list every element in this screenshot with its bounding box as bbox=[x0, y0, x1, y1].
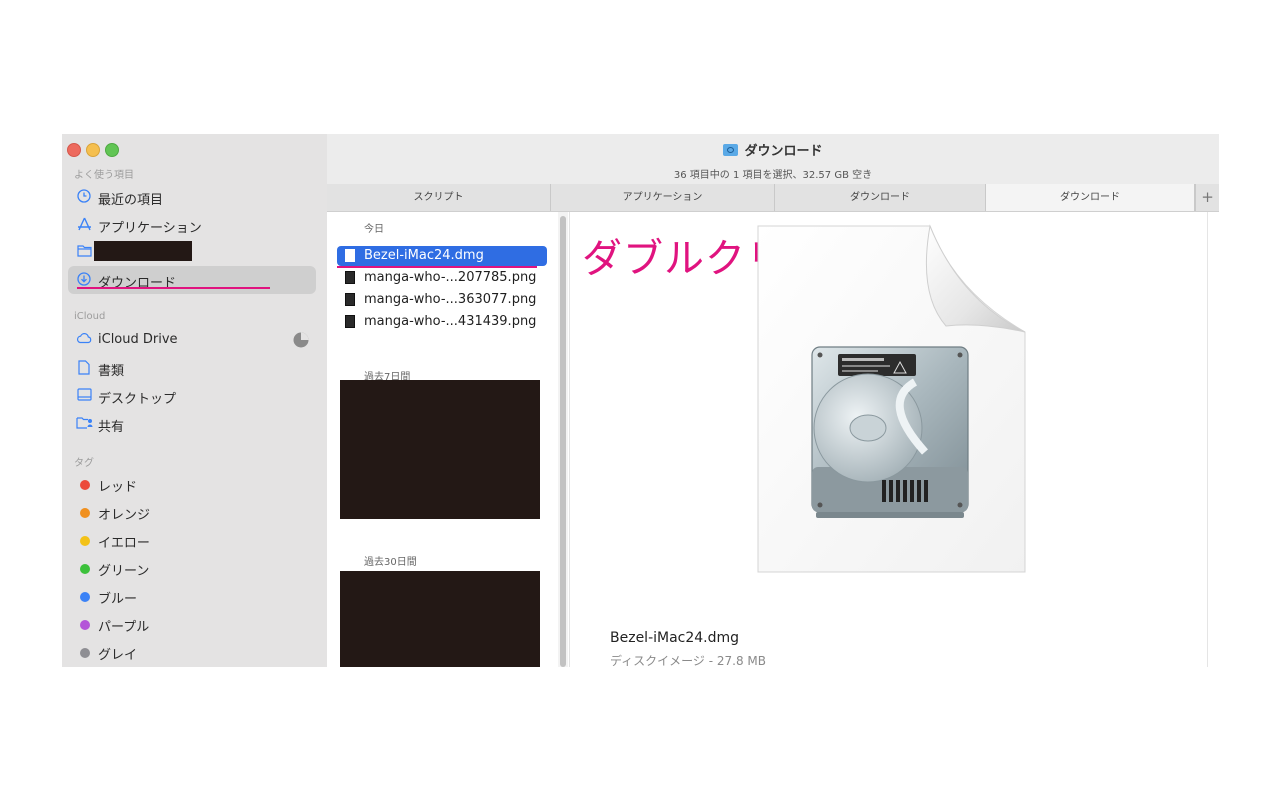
orange-tag-dot bbox=[80, 508, 90, 518]
file-row[interactable]: manga-who-...363077.png bbox=[337, 290, 547, 310]
preview-file-name: Bezel-iMac24.dmg bbox=[610, 630, 740, 646]
sidebar-item-label: イエロー bbox=[98, 536, 150, 551]
file-list-scrollbar[interactable] bbox=[558, 212, 568, 667]
tab-applications[interactable]: アプリケーション bbox=[551, 184, 775, 211]
sidebar-tag-red[interactable]: レッド bbox=[68, 471, 316, 497]
sync-progress-icon bbox=[293, 332, 309, 352]
file-name: Bezel-iMac24.dmg bbox=[364, 248, 484, 263]
redacted-block bbox=[340, 571, 540, 667]
blue-tag-dot bbox=[80, 592, 90, 602]
file-icon bbox=[345, 249, 355, 262]
image-file-icon bbox=[345, 293, 355, 306]
file-row[interactable]: manga-who-...207785.png bbox=[337, 268, 547, 288]
download-icon bbox=[76, 272, 92, 288]
sidebar-item-applications[interactable]: アプリケーション bbox=[68, 212, 316, 238]
red-tag-dot bbox=[80, 480, 90, 490]
file-name: manga-who-...431439.png bbox=[364, 314, 537, 329]
cloud-icon bbox=[76, 332, 92, 348]
apps-icon bbox=[76, 217, 92, 233]
sidebar-item-desktop[interactable]: デスクトップ bbox=[68, 383, 316, 409]
redacted-block bbox=[340, 380, 540, 519]
sidebar-item-label: グレイ bbox=[98, 648, 138, 663]
add-tab-button[interactable]: + bbox=[1195, 184, 1219, 211]
preview-file-info: ディスクイメージ - 27.8 MB bbox=[610, 654, 766, 667]
file-name: manga-who-...363077.png bbox=[364, 292, 537, 307]
sidebar-item-label: レッド bbox=[98, 480, 138, 495]
sidebar-tag-green[interactable]: グリーン bbox=[68, 555, 316, 581]
sidebar-item-label: iCloud Drive bbox=[98, 332, 178, 347]
finder-window: よく使う項目 最近の項目 アプリケーション ダウンロード iCloud iClo… bbox=[62, 134, 1219, 667]
file-name: manga-who-...207785.png bbox=[364, 270, 537, 285]
folder-icon bbox=[76, 244, 92, 260]
image-file-icon bbox=[345, 315, 355, 328]
clock-icon bbox=[76, 189, 92, 205]
status-bar: 36 項目中の 1 項目を選択、32.57 GB 空き bbox=[673, 170, 873, 181]
close-window-button[interactable] bbox=[67, 143, 81, 157]
preview-pane: ダブルクリック Bezel-iMac24.dmg ディスクイメージ - 27.8… bbox=[570, 212, 1208, 667]
file-list-column: 今日 Bezel-iMac24.dmg manga-who-...207785.… bbox=[327, 212, 570, 667]
group-header-today: 今日 bbox=[364, 224, 384, 235]
sidebar-item-documents[interactable]: 書類 bbox=[68, 355, 316, 381]
sidebar-item-redacted-folder[interactable] bbox=[68, 239, 316, 265]
highlight-underline bbox=[77, 287, 270, 289]
desktop-icon bbox=[76, 388, 92, 404]
group-header-past-30-days: 過去30日間 bbox=[364, 557, 417, 568]
sidebar-tag-yellow[interactable]: イエロー bbox=[68, 527, 316, 553]
document-icon bbox=[76, 360, 92, 376]
tab-downloads[interactable]: ダウンロード bbox=[775, 184, 986, 211]
tab-bar: スクリプト アプリケーション ダウンロード ダウンロード + bbox=[327, 184, 1219, 212]
yellow-tag-dot bbox=[80, 536, 90, 546]
sidebar-item-shared[interactable]: 共有 bbox=[68, 411, 316, 437]
tab-scripts[interactable]: スクリプト bbox=[327, 184, 551, 211]
favorites-section-label: よく使う項目 bbox=[74, 170, 134, 181]
window-title-text: ダウンロード bbox=[744, 144, 823, 159]
sidebar-item-label: オレンジ bbox=[98, 508, 151, 523]
file-row[interactable]: manga-who-...431439.png bbox=[337, 312, 547, 332]
sidebar-tag-blue[interactable]: ブルー bbox=[68, 583, 316, 609]
sidebar-item-downloads[interactable]: ダウンロード bbox=[68, 266, 316, 294]
title-bar: ダウンロード 36 項目中の 1 項目を選択、32.57 GB 空き bbox=[327, 134, 1219, 185]
green-tag-dot bbox=[80, 564, 90, 574]
minimize-window-button[interactable] bbox=[86, 143, 100, 157]
redacted-block bbox=[94, 241, 192, 261]
sidebar-item-recents[interactable]: 最近の項目 bbox=[68, 184, 316, 210]
sidebar-item-label: グリーン bbox=[98, 564, 150, 579]
sidebar-item-label: 共有 bbox=[98, 420, 125, 435]
sidebar-tag-orange[interactable]: オレンジ bbox=[68, 499, 316, 525]
zoom-window-button[interactable] bbox=[105, 143, 119, 157]
purple-tag-dot bbox=[80, 620, 90, 630]
sidebar-item-label: 書類 bbox=[98, 364, 125, 379]
sidebar-item-label: 最近の項目 bbox=[98, 193, 164, 208]
sidebar-item-label: アプリケーション bbox=[98, 221, 202, 236]
window-title: ダウンロード bbox=[327, 140, 1219, 159]
tags-section-label: タグ bbox=[74, 458, 94, 469]
sidebar-tag-purple[interactable]: パープル bbox=[68, 611, 316, 637]
sidebar-tag-gray[interactable]: グレイ bbox=[68, 639, 316, 665]
scrollbar-thumb[interactable] bbox=[560, 216, 566, 667]
shared-folder-icon bbox=[76, 416, 93, 432]
tab-downloads-active[interactable]: ダウンロード bbox=[986, 184, 1195, 211]
image-file-icon bbox=[345, 271, 355, 284]
disk-image-icon[interactable] bbox=[750, 222, 1040, 582]
gray-tag-dot bbox=[80, 648, 90, 658]
downloads-folder-icon bbox=[723, 144, 739, 156]
sidebar-item-icloud-drive[interactable]: iCloud Drive bbox=[68, 327, 316, 353]
sidebar-item-label: デスクトップ bbox=[98, 392, 177, 407]
icloud-section-label: iCloud bbox=[74, 311, 106, 322]
sidebar: よく使う項目 最近の項目 アプリケーション ダウンロード iCloud iClo… bbox=[62, 134, 328, 667]
file-row-selected[interactable]: Bezel-iMac24.dmg bbox=[337, 246, 547, 266]
sidebar-item-label: ブルー bbox=[98, 592, 138, 607]
sidebar-item-label: パープル bbox=[98, 620, 150, 635]
